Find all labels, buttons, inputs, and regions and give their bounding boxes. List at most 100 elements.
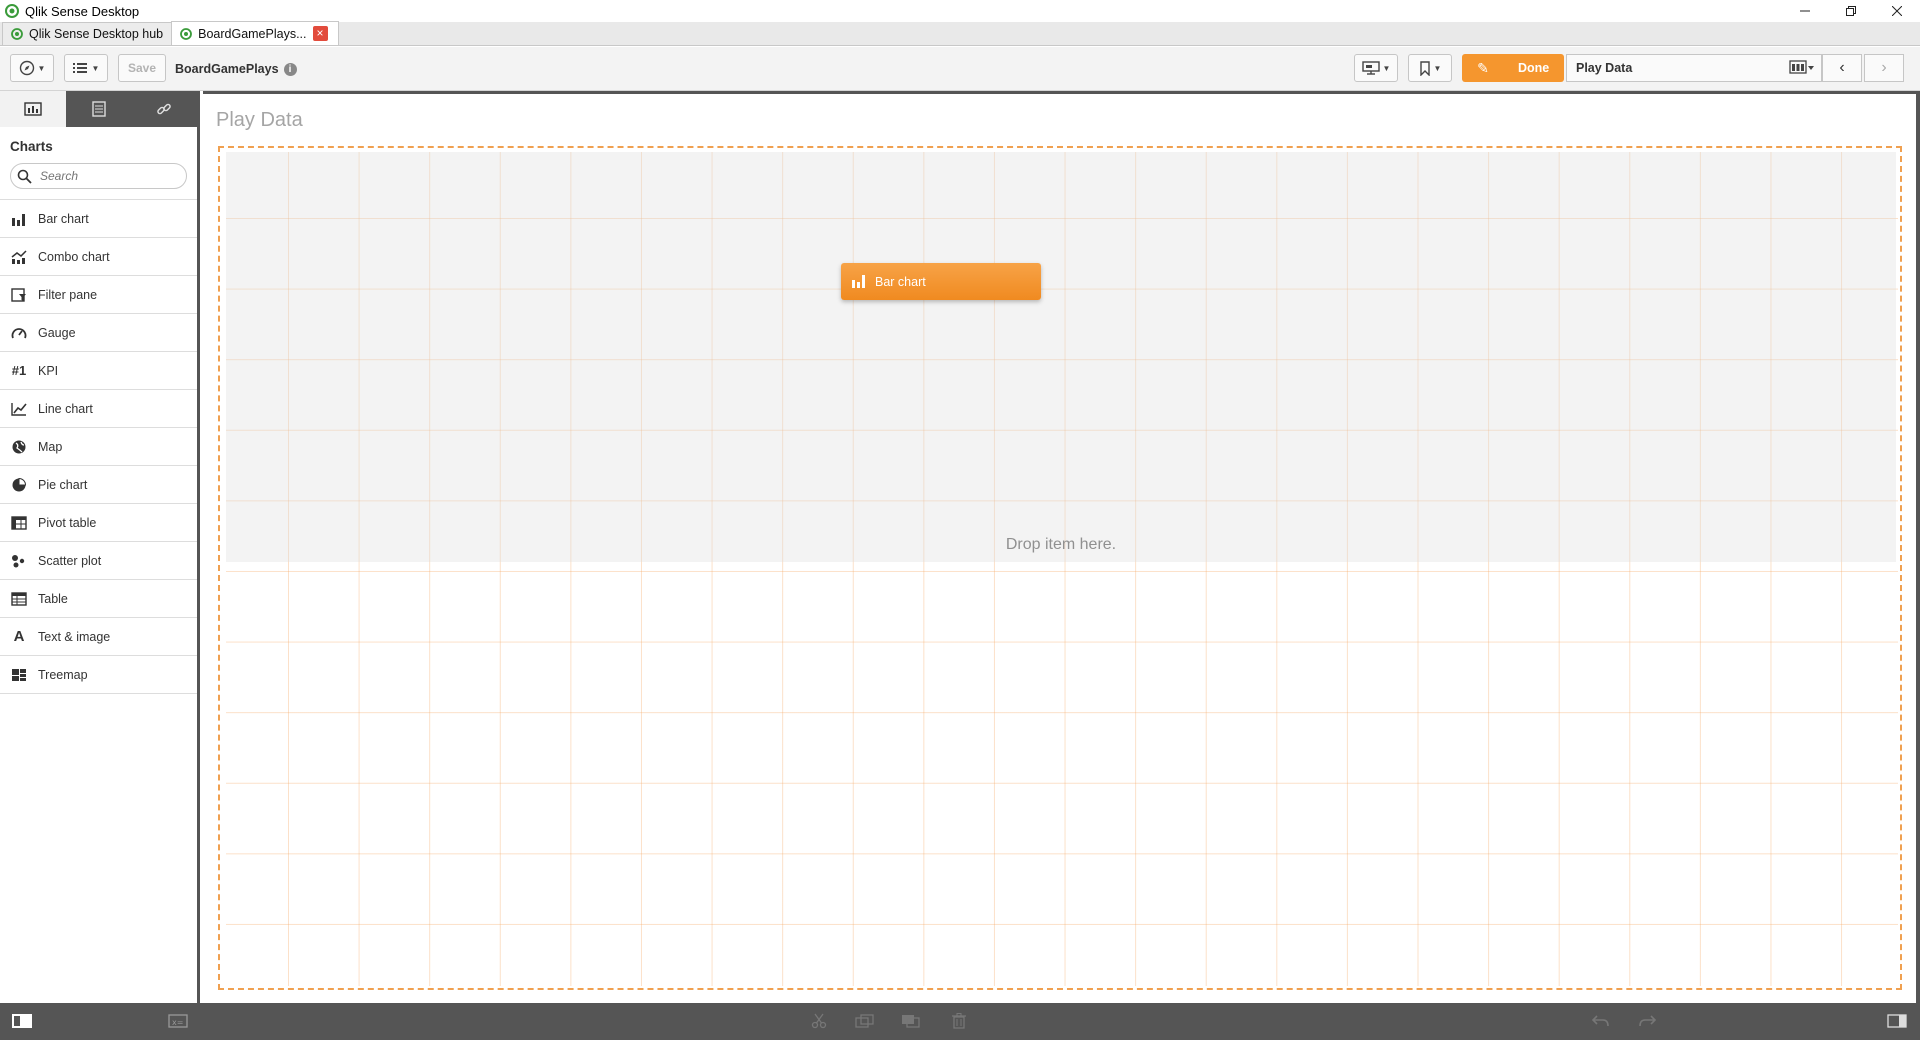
- window-title: Qlik Sense Desktop: [25, 3, 140, 19]
- bar-chart-icon: [852, 275, 865, 288]
- minimize-icon: [1800, 10, 1810, 12]
- done-button[interactable]: ✎ Done: [1462, 54, 1564, 82]
- chart-item-filter-pane[interactable]: Filter pane: [0, 276, 197, 314]
- tab-charts[interactable]: [0, 91, 66, 127]
- svg-text:x=: x=: [172, 1018, 183, 1027]
- combo-chart-icon: [10, 249, 28, 265]
- tab-fields[interactable]: [66, 91, 132, 127]
- compass-icon: [19, 60, 34, 76]
- chart-item-combo-chart[interactable]: Combo chart: [0, 238, 197, 276]
- chart-item-label: Gauge: [38, 325, 76, 340]
- chart-item-label: KPI: [38, 363, 59, 378]
- window-titlebar: Qlik Sense Desktop: [0, 0, 1920, 22]
- treemap-icon: [10, 667, 28, 683]
- list-menu-icon: [72, 63, 87, 73]
- pencil-icon: ✎: [1477, 59, 1489, 76]
- redo-icon[interactable]: [1637, 1012, 1657, 1030]
- variables-icon[interactable]: x=: [168, 1012, 188, 1030]
- table-icon: [10, 591, 28, 607]
- undo-icon[interactable]: [1591, 1012, 1611, 1030]
- chart-item-treemap[interactable]: Treemap: [0, 656, 197, 694]
- qlik-logo-icon: [11, 28, 23, 40]
- chart-item-scatter-plot[interactable]: Scatter plot: [0, 542, 197, 580]
- sheet-grid-icon[interactable]: [1789, 60, 1815, 77]
- toolbar: ▼ ▼ Save BoardGamePlays i ▼ ▼ ✎ Done Pla…: [0, 47, 1920, 91]
- chart-item-text-image[interactable]: A Text & image: [0, 618, 197, 656]
- chevron-down-icon: ▼: [37, 63, 46, 73]
- chart-item-label: Pivot table: [38, 515, 97, 530]
- info-icon[interactable]: i: [283, 62, 297, 76]
- chart-item-table[interactable]: Table: [0, 580, 197, 618]
- chart-item-map[interactable]: Map: [0, 428, 197, 466]
- sheet-grid[interactable]: Drop item here.: [218, 146, 1902, 990]
- tab-master-items[interactable]: [131, 91, 197, 127]
- done-label: Done: [1518, 61, 1550, 75]
- qlik-logo-icon: [5, 4, 19, 18]
- paste-icon[interactable]: [901, 1012, 921, 1030]
- sheet-canvas: Play Data Drop item here.: [203, 91, 1920, 1003]
- chevron-down-icon: ▼: [91, 63, 100, 73]
- assets-panel: Charts Bar chart Combo chart Filter pane…: [0, 91, 200, 1003]
- next-sheet-button[interactable]: ›: [1864, 54, 1904, 82]
- chevron-left-icon: ‹: [1839, 59, 1845, 76]
- tab-label: Qlik Sense Desktop hub: [29, 27, 164, 41]
- sheet-title[interactable]: Play Data: [216, 109, 303, 132]
- drop-zone[interactable]: Drop item here.: [226, 152, 1896, 562]
- global-menu-button[interactable]: ▼: [64, 54, 108, 82]
- filter-pane-icon: [10, 287, 28, 303]
- chart-item-label: Scatter plot: [38, 553, 102, 568]
- search-icon: [17, 169, 32, 184]
- delete-icon[interactable]: [949, 1012, 969, 1030]
- previous-sheet-button[interactable]: ‹: [1822, 54, 1862, 82]
- chart-item-pie-chart[interactable]: Pie chart: [0, 466, 197, 504]
- chart-item-label: Combo chart: [38, 249, 110, 264]
- pivot-table-icon: [10, 515, 28, 531]
- chart-item-pivot-table[interactable]: Pivot table: [0, 504, 197, 542]
- current-sheet-selector[interactable]: Play Data: [1566, 54, 1822, 82]
- copy-icon[interactable]: [855, 1012, 875, 1030]
- close-button[interactable]: [1874, 0, 1920, 22]
- tab-hub[interactable]: Qlik Sense Desktop hub: [2, 22, 173, 45]
- current-sheet-title: Play Data: [1576, 61, 1633, 75]
- charts-list: Bar chart Combo chart Filter pane Gauge …: [0, 199, 197, 694]
- toggle-assets-panel-icon[interactable]: [12, 1014, 32, 1028]
- chart-item-kpi[interactable]: #1 KPI: [0, 352, 197, 390]
- chart-item-gauge[interactable]: Gauge: [0, 314, 197, 352]
- text-image-icon: A: [13, 628, 25, 645]
- navigation-menu-button[interactable]: ▼: [10, 54, 54, 82]
- search-input[interactable]: [40, 169, 170, 183]
- save-button[interactable]: Save: [118, 54, 166, 82]
- kpi-icon: #1: [11, 363, 27, 378]
- chart-item-line-chart[interactable]: Line chart: [0, 390, 197, 428]
- tab-boardgameplays[interactable]: BoardGamePlays... ×: [171, 21, 339, 45]
- gauge-icon: [10, 325, 28, 341]
- chevron-right-icon: ›: [1881, 59, 1887, 76]
- cut-icon[interactable]: [809, 1012, 829, 1030]
- bar-chart-icon: [10, 211, 28, 227]
- bookmark-icon: [1419, 60, 1430, 76]
- tab-close-icon[interactable]: ×: [312, 26, 328, 41]
- qlik-logo-icon: [180, 27, 193, 40]
- restore-button[interactable]: [1828, 0, 1874, 22]
- chart-item-label: Filter pane: [38, 287, 98, 302]
- dragged-bar-chart[interactable]: Bar chart: [841, 263, 1041, 300]
- link-icon: [157, 103, 171, 115]
- panel-heading: Charts: [10, 139, 53, 154]
- chart-search[interactable]: [10, 163, 187, 189]
- chart-item-label: Table: [38, 591, 68, 606]
- chart-item-label: Pie chart: [38, 477, 88, 492]
- toggle-properties-panel-icon[interactable]: [1887, 1012, 1907, 1030]
- chevron-down-icon: ▼: [1382, 63, 1391, 73]
- chevron-down-icon: ▼: [1433, 63, 1442, 73]
- map-icon: [10, 439, 28, 455]
- chart-item-bar-chart[interactable]: Bar chart: [0, 200, 197, 238]
- presentation-icon: [1361, 61, 1380, 75]
- drop-zone-text: Drop item here.: [1005, 536, 1117, 553]
- chart-item-label: Bar chart: [38, 211, 89, 226]
- bookmarks-button[interactable]: ▼: [1408, 54, 1452, 82]
- present-mode-button[interactable]: ▼: [1354, 54, 1398, 82]
- tab-bar: Qlik Sense Desktop hub BoardGamePlays...…: [0, 21, 1920, 46]
- minimize-button[interactable]: [1782, 0, 1828, 22]
- dragged-item-label: Bar chart: [875, 274, 926, 289]
- restore-icon: [1846, 6, 1856, 16]
